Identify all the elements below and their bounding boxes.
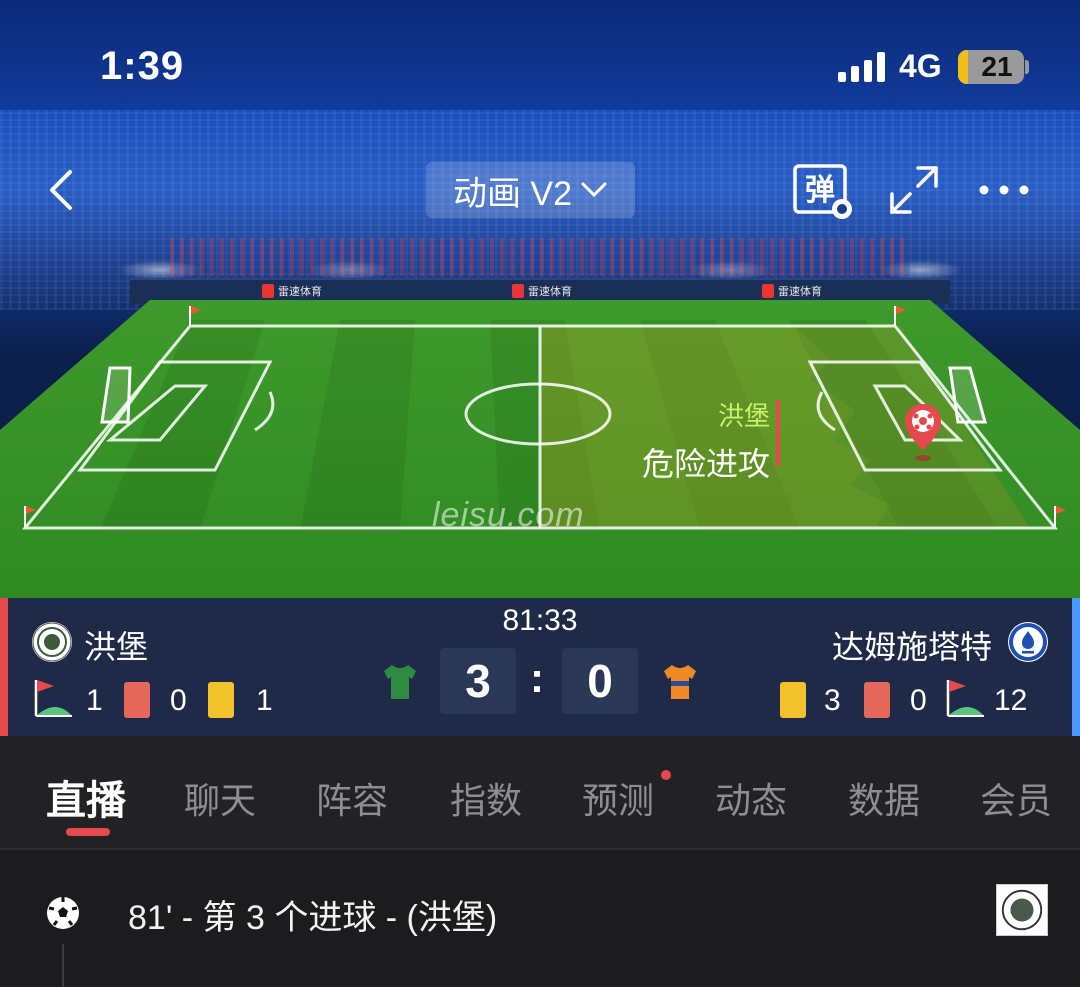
chevron-down-icon xyxy=(581,182,607,198)
tab-stats[interactable]: 数据 xyxy=(848,772,920,824)
home-yellow-cards: 1 xyxy=(256,684,273,717)
back-arrow-icon[interactable] xyxy=(44,166,84,214)
corner-kick-icon xyxy=(946,680,984,717)
away-score: 0 xyxy=(562,648,638,714)
home-red-cards: 0 xyxy=(170,684,187,717)
tab-lineup[interactable]: 阵容 xyxy=(316,772,388,824)
cellular-signal-icon xyxy=(838,52,885,82)
soccer-ball-icon xyxy=(47,897,79,929)
notification-dot xyxy=(661,770,671,780)
tab-bar: 直播 聊天 阵容 指数 预测 动态 数据 会员 xyxy=(0,736,1080,848)
yellow-card-icon xyxy=(780,682,806,718)
tab-odds[interactable]: 指数 xyxy=(450,772,522,824)
timeline-line xyxy=(62,944,64,987)
team-logo-icon xyxy=(996,884,1048,936)
home-shirt-icon xyxy=(384,665,416,699)
red-card-icon xyxy=(864,682,890,718)
home-score: 3 xyxy=(440,648,516,714)
fullscreen-expand-icon[interactable] xyxy=(888,164,940,216)
event-description: 81' - 第 3 个进球 - (洪堡) xyxy=(128,899,498,937)
away-yellow-cards: 3 xyxy=(824,684,841,717)
home-corners: 1 xyxy=(86,684,103,717)
status-time: 1:39 xyxy=(100,44,185,88)
battery-level: 21 xyxy=(981,51,1013,82)
away-corners: 12 xyxy=(994,684,1028,717)
tab-prediction[interactable]: 预测 xyxy=(582,772,654,824)
away-shirt-icon xyxy=(664,665,696,699)
active-tab-indicator xyxy=(66,828,110,836)
scoreboard: 洪堡 1 0 1 81:33 3 : 0 达姆施塔特 3 0 12 xyxy=(0,598,1080,736)
watermark: leisu.com xyxy=(432,496,585,534)
animation-mode-label: 动画 V2 xyxy=(452,174,573,213)
away-red-cards: 0 xyxy=(910,684,927,717)
away-team-name[interactable]: 达姆施塔特 xyxy=(832,622,992,668)
danmu-toggle-icon[interactable]: 弹 xyxy=(792,162,856,222)
score-separator: : xyxy=(530,654,544,701)
status-bar: 1:39 4G 21 xyxy=(0,0,1080,130)
live-event-feed: 81' - 第 3 个进球 - (洪堡) xyxy=(0,850,1080,987)
svg-text:弹: 弹 xyxy=(805,173,835,208)
battery-cap xyxy=(1025,60,1029,74)
attack-indicator: 洪堡 危险进攻 xyxy=(600,396,770,485)
tab-chat[interactable]: 聊天 xyxy=(184,772,256,824)
battery-icon: 21 xyxy=(958,50,1024,84)
away-team-crest-icon[interactable] xyxy=(1008,622,1048,662)
ball-location-pin-icon xyxy=(905,404,941,461)
tab-membership[interactable]: 会员 xyxy=(980,772,1052,824)
network-type: 4G xyxy=(899,48,942,84)
match-animation-stage[interactable]: 雷速体育 雷速体育 雷速体育 leisu.com 洪堡 危险进攻 1:39 4G… xyxy=(0,0,1080,598)
attack-text: 危险进攻 xyxy=(641,446,770,482)
stadium-crowd-stand xyxy=(170,238,910,276)
attack-marker-bar xyxy=(776,400,780,466)
yellow-card-icon xyxy=(208,682,234,718)
corner-kick-icon xyxy=(34,680,72,717)
animation-mode-selector[interactable]: 动画 V2 xyxy=(426,162,635,218)
tab-live[interactable]: 直播 xyxy=(46,768,126,826)
attack-team: 洪堡 xyxy=(717,401,770,431)
red-card-icon xyxy=(124,682,150,718)
more-options-icon[interactable] xyxy=(976,180,1032,200)
tab-news[interactable]: 动态 xyxy=(715,772,787,824)
